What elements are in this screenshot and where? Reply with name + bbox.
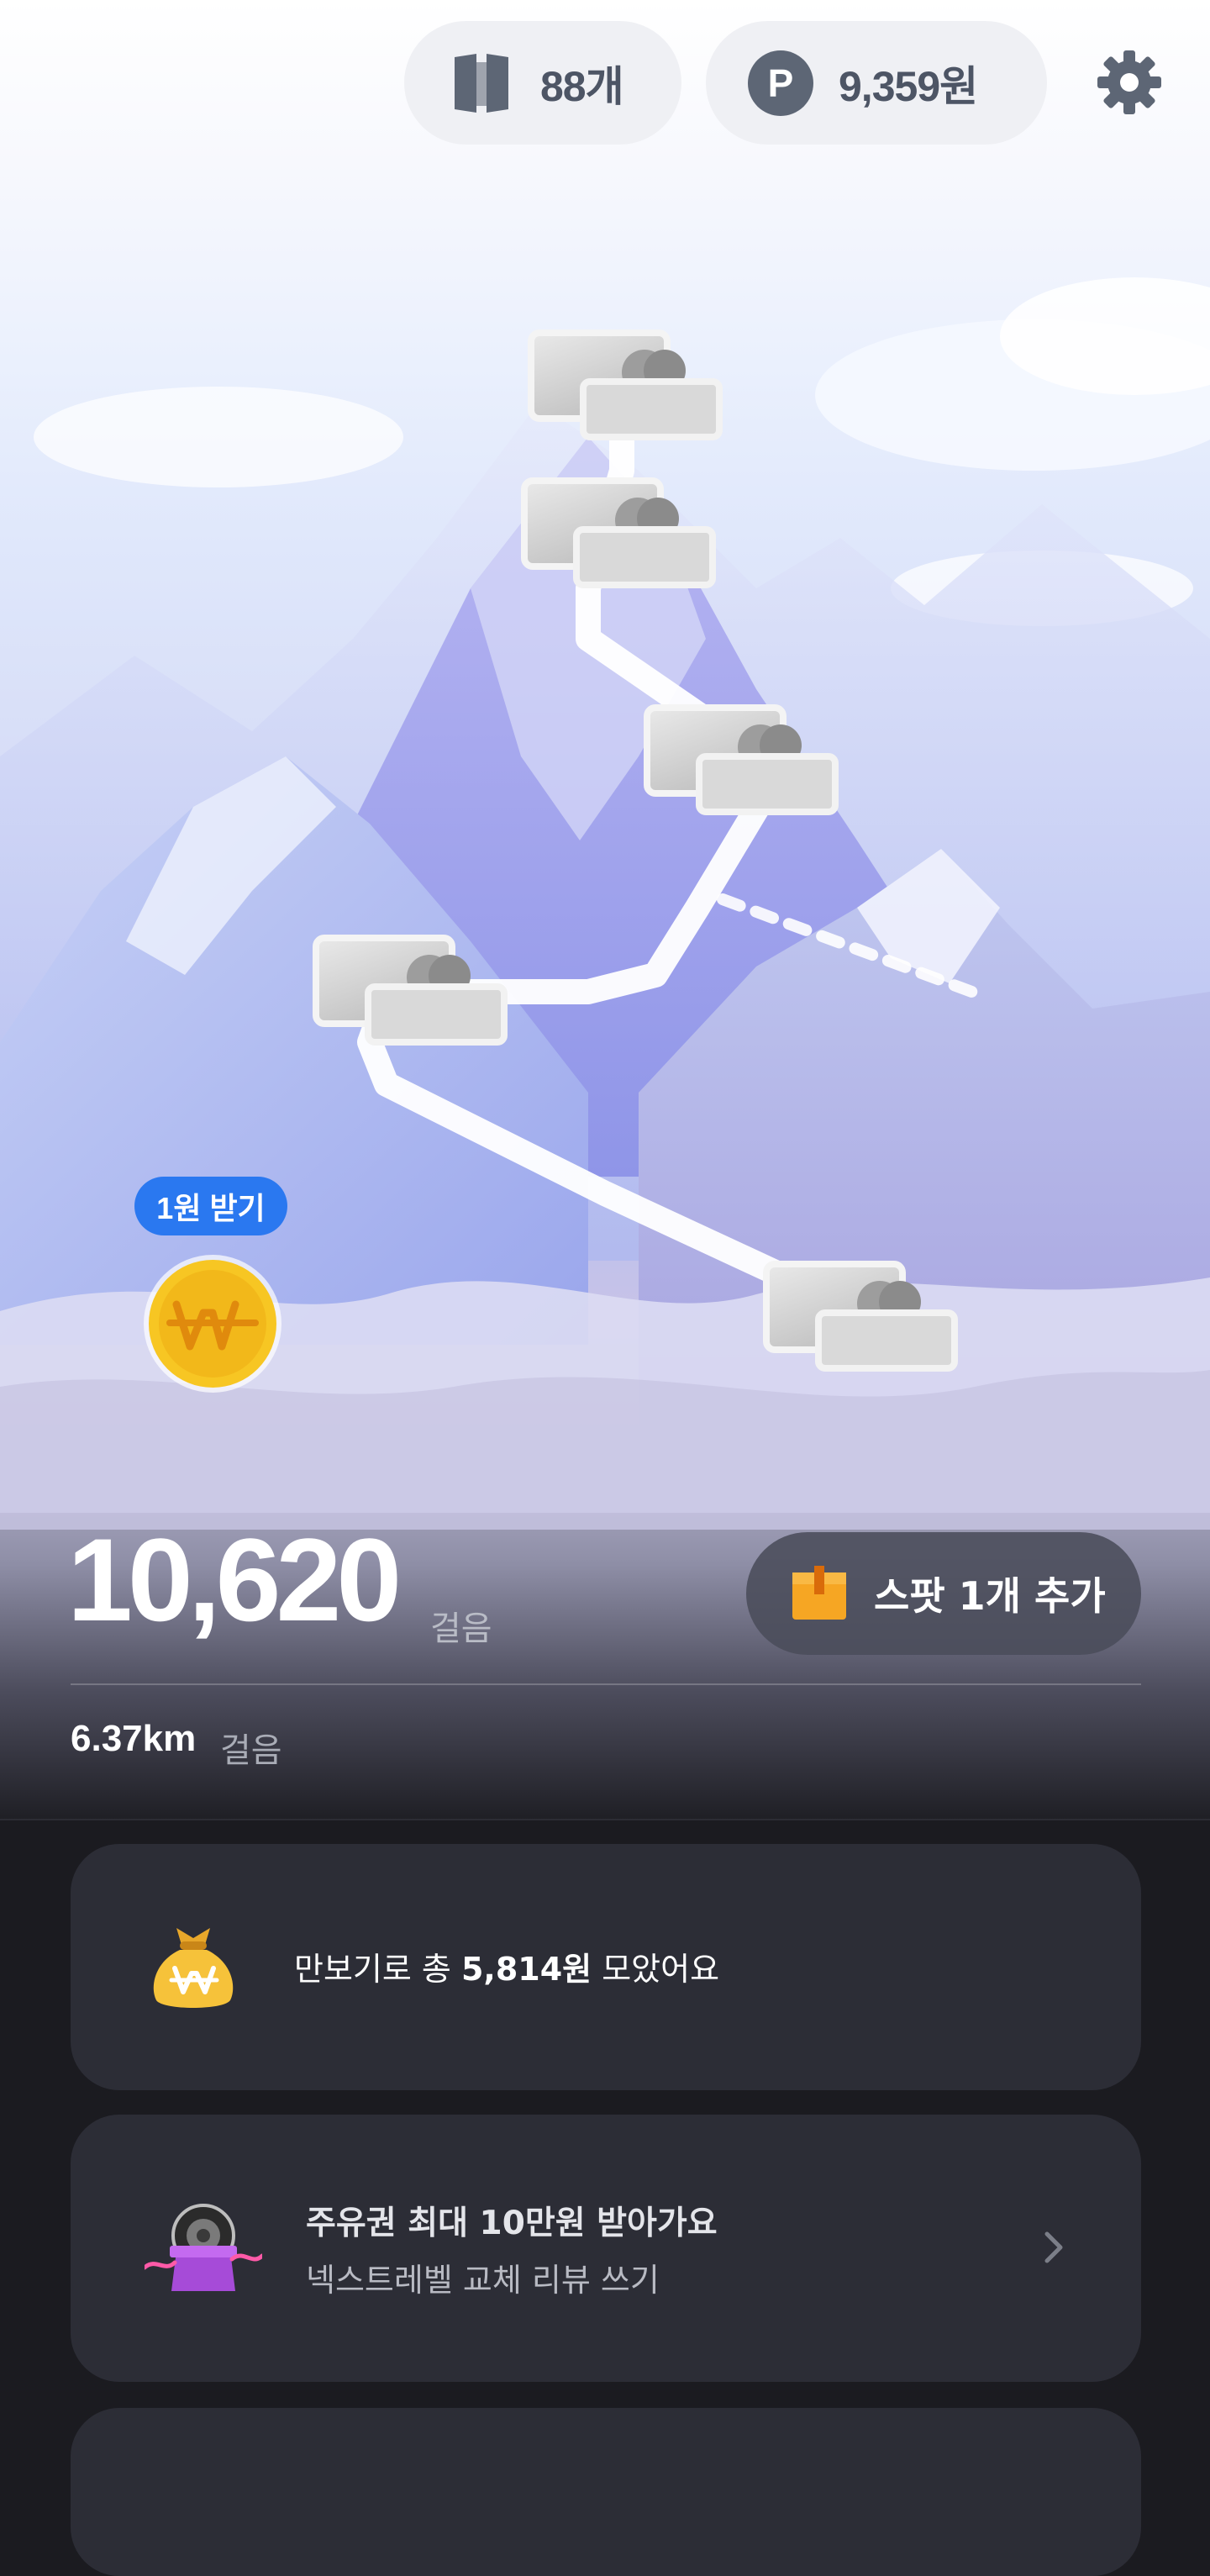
tickets-count: 88개 bbox=[540, 62, 624, 110]
points-pill[interactable]: P 9,359원 bbox=[706, 21, 1047, 145]
map-spot[interactable] bbox=[521, 477, 723, 588]
savings-card[interactable]: 만보기로 총 5,814원 모았어요 bbox=[71, 1844, 1141, 2090]
distance-value: 6.37km bbox=[71, 1718, 197, 1759]
point-icon: P bbox=[748, 50, 813, 116]
savings-prefix: 만보기로 총 bbox=[294, 1951, 461, 1988]
divider bbox=[71, 1683, 1141, 1685]
coin-reward-badge[interactable]: 1원 받기 bbox=[134, 1177, 287, 1235]
distance-unit: 걸음 bbox=[220, 1731, 282, 1770]
step-count: 10,620 bbox=[67, 1514, 402, 1646]
step-count-unit: 걸음 bbox=[430, 1609, 492, 1648]
money-bag-icon bbox=[153, 1928, 234, 2008]
savings-text: 만보기로 총 5,814원 모았어요 bbox=[294, 1943, 719, 1989]
map-spot[interactable] bbox=[528, 329, 729, 440]
promo-card[interactable]: 주유권 최대 10만원 받아가요 넥스트레벨 교체 리뷰 쓰기 bbox=[71, 2115, 1141, 2382]
section-separator bbox=[0, 1819, 1210, 1820]
chevron-right-icon[interactable] bbox=[1037, 2222, 1071, 2273]
promo-title: 주유권 최대 10만원 받아가요 bbox=[306, 2205, 718, 2242]
savings-suffix: 모았어요 bbox=[592, 1951, 720, 1988]
add-spot-label: 스팟 1개 추가 bbox=[874, 1573, 1106, 1619]
tickets-pill[interactable]: 88개 bbox=[404, 21, 681, 145]
promo-subtitle: 넥스트레벨 교체 리뷰 쓰기 bbox=[306, 2262, 660, 2299]
gear-icon[interactable] bbox=[1096, 49, 1163, 116]
savings-amount: 5,814원 bbox=[460, 1951, 592, 1988]
points-amount: 9,359원 bbox=[839, 62, 978, 110]
won-coin-icon[interactable] bbox=[141, 1252, 284, 1395]
map-spot[interactable] bbox=[763, 1261, 965, 1372]
map-spot[interactable] bbox=[644, 704, 845, 815]
next-card[interactable] bbox=[71, 2408, 1141, 2576]
box-icon bbox=[792, 1566, 846, 1620]
map-spot[interactable] bbox=[313, 935, 514, 1046]
add-spot-button[interactable]: 스팟 1개 추가 bbox=[746, 1532, 1141, 1655]
tire-gift-icon bbox=[145, 2204, 262, 2291]
ticket-icon bbox=[455, 53, 508, 113]
mountain-map: 1원 받기 10,620 걸음 스팟 1개 추가 6.37km 걸음 bbox=[0, 0, 1210, 1820]
